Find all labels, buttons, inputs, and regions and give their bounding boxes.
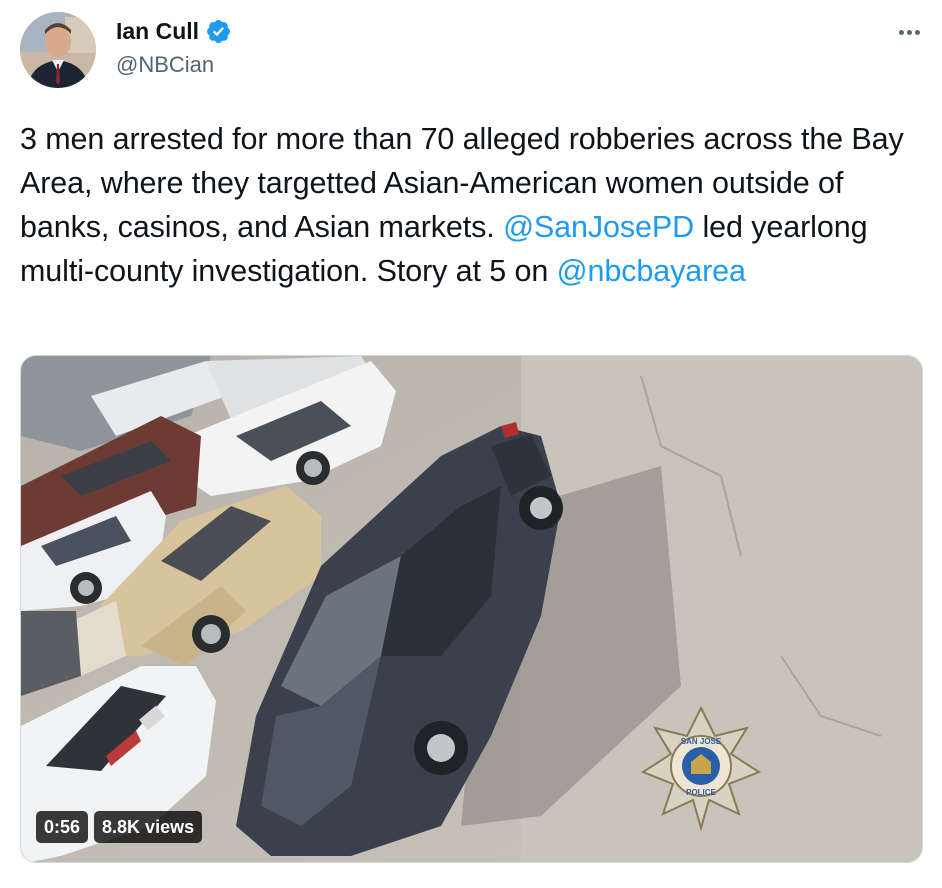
svg-text:POLICE: POLICE [686,788,716,797]
mention-nbcbayarea[interactable]: @nbcbayarea [557,254,746,288]
author-handle[interactable]: @NBCian [116,52,214,78]
svg-text:SAN JOSE: SAN JOSE [681,737,722,746]
display-name[interactable]: Ian Cull [116,18,199,45]
video-views-badge: 8.8K views [94,811,203,843]
author-name-row: Ian Cull [116,18,232,45]
video-thumbnail: SAN JOSE POLICE [21,356,922,862]
video-overlay-badges: 0:56 8.8K views [36,810,208,844]
more-dots-icon[interactable] [892,20,926,44]
mention-sanjosepd[interactable]: @SanJosePD [503,210,694,244]
tweet-text: 3 men arrested for more than 70 alleged … [20,117,925,293]
video-player[interactable]: SAN JOSE POLICE [20,355,923,863]
video-duration-badge: 0:56 [36,811,89,843]
avatar-photo [20,12,96,88]
avatar[interactable] [20,12,96,88]
verified-badge-icon [207,19,231,44]
